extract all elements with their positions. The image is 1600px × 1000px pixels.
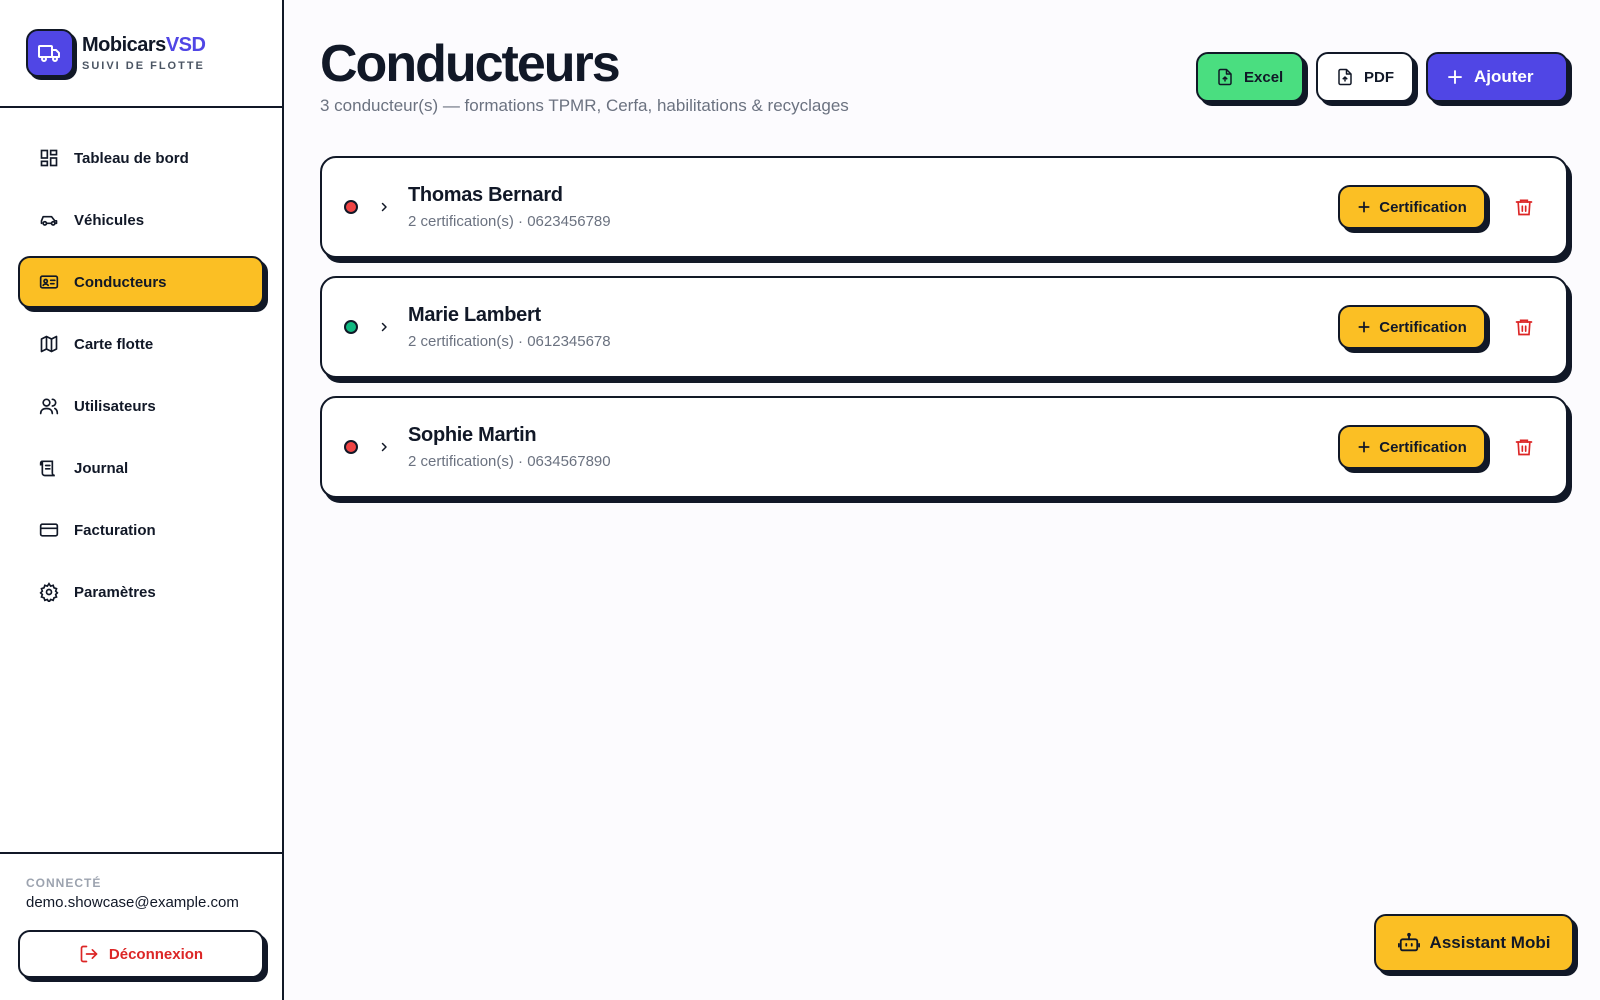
status-dot bbox=[344, 200, 358, 214]
driver-name: Marie Lambert bbox=[408, 304, 541, 326]
logout-label: Déconnexion bbox=[108, 945, 204, 963]
export-pdf-button[interactable]: PDF bbox=[1316, 52, 1414, 102]
header-actions: Excel PDF Ajouter bbox=[1196, 52, 1568, 102]
certification-label: Certification bbox=[1379, 198, 1467, 216]
user-email: demo.showcase@example.com bbox=[26, 894, 239, 911]
export-excel-button[interactable]: Excel bbox=[1196, 52, 1304, 102]
excel-label: Excel bbox=[1244, 68, 1284, 86]
id-card-icon bbox=[38, 271, 60, 293]
scroll-icon bbox=[38, 457, 60, 479]
driver-list: Thomas Bernard 2 certification(s) · 0623… bbox=[320, 156, 1568, 516]
sidebar-item-conducteurs[interactable]: Conducteurs bbox=[18, 256, 264, 308]
sidebar-footer: CONNECTÉ demo.showcase@example.com Décon… bbox=[0, 852, 282, 1000]
file-upload-icon bbox=[1338, 68, 1352, 86]
truck-icon bbox=[26, 29, 74, 77]
page-title: Conducteurs bbox=[320, 35, 621, 93]
sidebar-item-label: Facturation bbox=[74, 521, 156, 539]
map-icon bbox=[38, 333, 60, 355]
gear-icon bbox=[38, 581, 60, 603]
sidebar-item-label: Paramètres bbox=[74, 583, 156, 601]
brand-name-accent: VSD bbox=[165, 34, 206, 56]
sidebar-nav: Tableau de bord Véhicules Conducteurs Ca… bbox=[0, 108, 282, 618]
driver-name: Sophie Martin bbox=[408, 424, 537, 446]
sidebar: MobicarsVSD SUIVI DE FLOTTE Tableau de b… bbox=[0, 0, 284, 1000]
sidebar-item-tableau-de-bord[interactable]: Tableau de bord bbox=[18, 132, 264, 184]
driver-card[interactable]: Thomas Bernard 2 certification(s) · 0623… bbox=[320, 156, 1568, 258]
sidebar-item-label: Conducteurs bbox=[74, 273, 167, 291]
sidebar-item-parametres[interactable]: Paramètres bbox=[18, 566, 264, 618]
chevron-right-icon[interactable] bbox=[378, 320, 392, 334]
trash-icon[interactable] bbox=[1514, 436, 1536, 458]
users-icon bbox=[38, 395, 60, 417]
driver-name: Thomas Bernard bbox=[408, 184, 563, 206]
file-upload-icon bbox=[1218, 68, 1232, 86]
logout-icon bbox=[80, 945, 98, 963]
sidebar-item-label: Tableau de bord bbox=[74, 149, 189, 167]
sidebar-item-journal[interactable]: Journal bbox=[18, 442, 264, 494]
trash-icon[interactable] bbox=[1514, 196, 1536, 218]
brand-name: MobicarsVSD bbox=[82, 34, 206, 57]
add-certification-button[interactable]: Certification bbox=[1338, 305, 1486, 349]
brand-name-main: Mobicars bbox=[82, 34, 166, 56]
status-dot bbox=[344, 440, 358, 454]
driver-meta: 2 certification(s) · 0623456789 bbox=[408, 213, 611, 230]
status-dot bbox=[344, 320, 358, 334]
credit-card-icon bbox=[38, 519, 60, 541]
sidebar-item-label: Journal bbox=[74, 459, 129, 477]
brand-tagline: SUIVI DE FLOTTE bbox=[82, 60, 205, 72]
assistant-button[interactable]: Assistant Mobi bbox=[1374, 914, 1574, 972]
plus-icon bbox=[1358, 201, 1370, 213]
add-label: Ajouter bbox=[1474, 67, 1534, 86]
plus-icon bbox=[1358, 321, 1370, 333]
sidebar-item-label: Carte flotte bbox=[74, 335, 154, 353]
assistant-label: Assistant Mobi bbox=[1429, 933, 1551, 952]
trash-icon[interactable] bbox=[1514, 316, 1536, 338]
logout-button[interactable]: Déconnexion bbox=[18, 930, 264, 978]
page-subtitle: 3 conducteur(s) — formations TPMR, Cerfa… bbox=[320, 96, 849, 115]
car-icon bbox=[38, 209, 60, 231]
driver-card[interactable]: Marie Lambert 2 certification(s) · 06123… bbox=[320, 276, 1568, 378]
add-driver-button[interactable]: Ajouter bbox=[1426, 52, 1568, 102]
driver-card[interactable]: Sophie Martin 2 certification(s) · 06345… bbox=[320, 396, 1568, 498]
plus-icon bbox=[1448, 70, 1462, 84]
sidebar-item-vehicules[interactable]: Véhicules bbox=[18, 194, 264, 246]
driver-meta: 2 certification(s) · 0612345678 bbox=[408, 333, 611, 350]
brand: MobicarsVSD SUIVI DE FLOTTE bbox=[0, 0, 282, 108]
sidebar-item-label: Utilisateurs bbox=[74, 397, 156, 415]
certification-label: Certification bbox=[1379, 438, 1467, 456]
sidebar-item-utilisateurs[interactable]: Utilisateurs bbox=[18, 380, 264, 432]
plus-icon bbox=[1358, 441, 1370, 453]
chevron-right-icon[interactable] bbox=[378, 200, 392, 214]
add-certification-button[interactable]: Certification bbox=[1338, 185, 1486, 229]
chevron-right-icon[interactable] bbox=[378, 440, 392, 454]
connected-label: CONNECTÉ bbox=[26, 876, 102, 890]
sidebar-item-facturation[interactable]: Facturation bbox=[18, 504, 264, 556]
certification-label: Certification bbox=[1379, 318, 1467, 336]
dashboard-grid-icon bbox=[38, 147, 60, 169]
sidebar-item-label: Véhicules bbox=[74, 211, 145, 229]
add-certification-button[interactable]: Certification bbox=[1338, 425, 1486, 469]
robot-icon bbox=[1397, 932, 1420, 952]
driver-meta: 2 certification(s) · 0634567890 bbox=[408, 453, 611, 470]
pdf-label: PDF bbox=[1364, 68, 1394, 86]
sidebar-item-carte-flotte[interactable]: Carte flotte bbox=[18, 318, 264, 370]
